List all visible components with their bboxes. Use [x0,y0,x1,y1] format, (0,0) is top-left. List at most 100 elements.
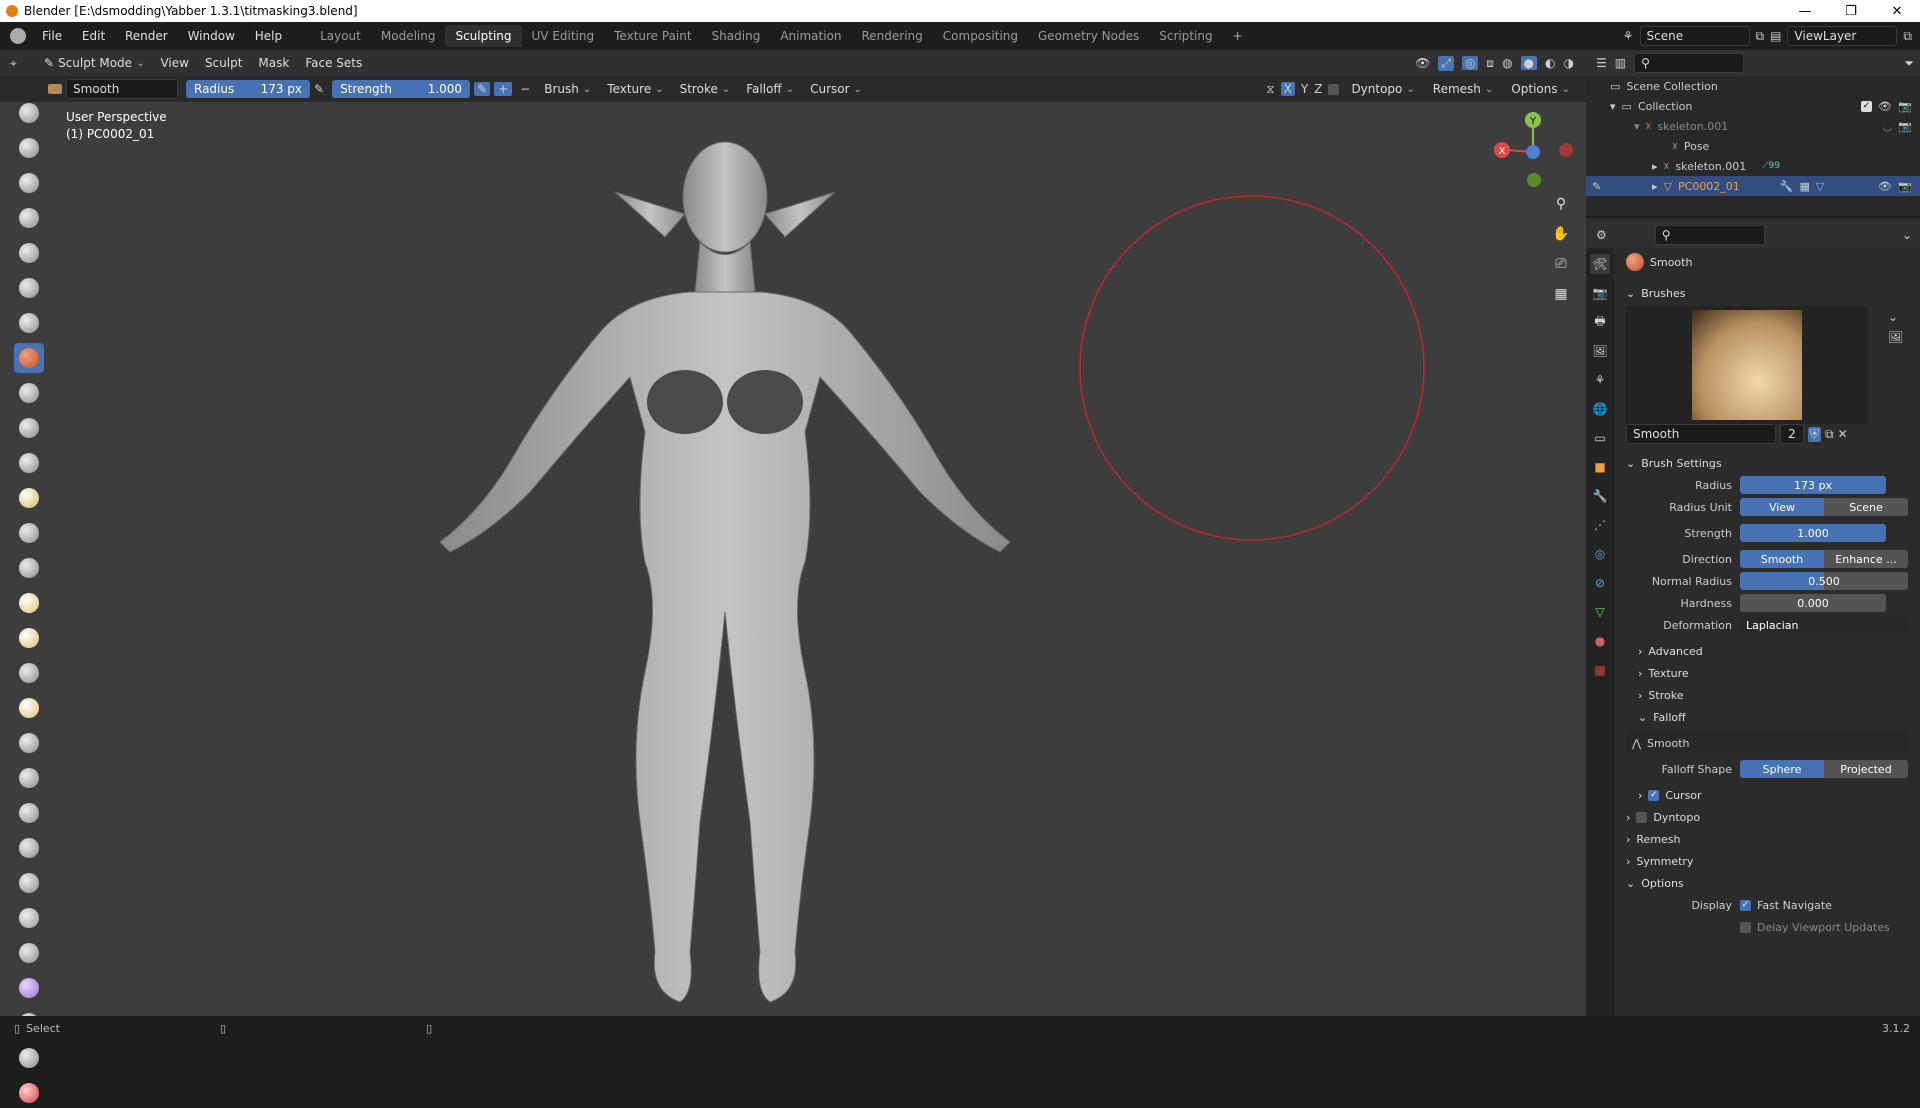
outliner-search-input[interactable]: ⚲ [1634,53,1745,73]
scene-icon[interactable]: ⚘ [1623,29,1634,43]
gizmo-toggle-icon[interactable]: ⤢ [1438,55,1454,71]
menu-help[interactable]: Help [255,29,282,43]
brush-name-field[interactable]: Smooth [66,79,178,99]
minimize-button[interactable]: — [1782,4,1828,19]
tool-simplify[interactable] [14,903,44,933]
tab-geometry-nodes[interactable]: Geometry Nodes [1028,25,1149,47]
fast-navigate-checkbox[interactable]: ✓ [1740,899,1751,911]
mode-dropdown[interactable]: ✎ Sculpt Mode [38,54,150,72]
tab-view-layer[interactable]: 🖼 [1590,341,1610,361]
overlay-toggle-icon[interactable]: ◎ [1461,56,1479,70]
menu-face-sets[interactable]: Face Sets [299,54,368,72]
tool-elastic-deform[interactable] [14,588,44,618]
mirror-icon[interactable]: ⧖ [1266,82,1274,97]
navigation-gizmo[interactable]: Y X [1488,110,1578,190]
mirror-y-button[interactable]: Y [1301,82,1308,96]
direction-enhance-button[interactable]: Enhance ... [1824,550,1908,568]
normal-radius-field[interactable]: 0.500 [1740,572,1908,590]
tool-draw-face-sets[interactable] [14,973,44,1003]
tab-object[interactable]: ■ [1590,457,1610,477]
tool-thumb[interactable] [14,658,44,688]
expand-arrow-icon[interactable]: ▸ [1652,180,1658,193]
properties-options-icon[interactable]: ⌄ [1902,228,1912,242]
cursor-dropdown[interactable]: Cursor [804,80,868,98]
dyntopo-dropdown[interactable]: Dyntopo [1345,80,1420,98]
outliner-item-scene-collection[interactable]: ▭ Scene Collection [1586,76,1920,96]
cursor-checkbox[interactable]: ✓ [1648,789,1660,801]
tool-scrape[interactable] [14,448,44,478]
tool-smooth[interactable] [14,343,44,373]
tool-boundary[interactable] [14,833,44,863]
advanced-subpanel[interactable]: › Advanced [1620,640,1916,662]
tool-clay-strips[interactable] [14,203,44,233]
dyntopo-panel-header[interactable]: › Dyntopo [1620,806,1916,828]
tab-shading[interactable]: Shading [702,25,771,47]
falloff-projected-button[interactable]: Projected [1824,760,1908,778]
cursor-subpanel[interactable]: › ✓ Cursor [1620,784,1916,806]
properties-editor-icon[interactable]: ⚙ [1596,228,1607,242]
outliner-editor-icon[interactable]: ☰ [1596,56,1607,70]
mirror-x-button[interactable]: X [1280,82,1295,96]
gizmo-neg-x-axis[interactable] [1559,143,1573,157]
material-shading-icon[interactable]: ◐ [1545,56,1555,70]
radius-unit-scene-button[interactable]: Scene [1824,498,1908,516]
add-direction-button[interactable]: + [494,82,513,96]
fake-user-icon[interactable]: ⛨ [1808,426,1822,442]
gizmo-neg-y-axis[interactable] [1527,173,1541,187]
falloff-sphere-button[interactable]: Sphere [1740,760,1824,778]
tool-clay-thumb[interactable] [14,238,44,268]
radius-unit-view-button[interactable]: View [1740,498,1824,516]
mirror-z-button[interactable]: Z [1314,82,1322,96]
tool-multiplane-scrape[interactable] [14,483,44,513]
tab-texture[interactable]: ▩ [1590,660,1610,680]
outliner-display-mode-icon[interactable]: ▥ [1615,56,1626,70]
tab-sculpting[interactable]: Sculpting [445,25,522,47]
collection-render-icon[interactable]: 📷 [1898,100,1912,113]
tab-compositing[interactable]: Compositing [933,25,1028,47]
brush-settings-panel-header[interactable]: ⌄ Brush Settings [1620,452,1916,474]
close-button[interactable]: ✕ [1874,4,1920,19]
strength-field[interactable]: 1.000 [1740,524,1886,542]
menu-view[interactable]: View [154,54,194,72]
tool-pose[interactable] [14,693,44,723]
menu-sculpt[interactable]: Sculpt [199,54,248,72]
texture-subpanel[interactable]: › Texture [1620,662,1916,684]
maximize-button[interactable]: ❐ [1828,4,1874,19]
tool-pinch[interactable] [14,518,44,548]
brush-list-dropdown-icon[interactable]: ⌄ [1888,310,1898,324]
menu-file[interactable]: File [42,29,62,43]
dyntopo-panel-checkbox[interactable] [1636,811,1648,823]
strength-slider[interactable]: Strength 1.000 [332,80,471,98]
stroke-subpanel[interactable]: › Stroke [1620,684,1916,706]
texture-dropdown[interactable]: Texture [601,80,669,98]
outliner-item-collection[interactable]: ▾ ▭ Collection ✓ 👁 📷 [1586,96,1920,116]
filter-icon[interactable]: ⏷ [1904,56,1914,71]
tool-snake-hook[interactable] [14,623,44,653]
3d-viewport[interactable]: ⌖ ✎Sculpt Mode View Sculpt Mask Face Set… [0,50,1586,1103]
options-panel-header[interactable]: ⌄ Options [1620,872,1916,894]
camera-icon[interactable]: ⎚ [1550,256,1572,278]
unlink-brush-icon[interactable]: ✕ [1838,427,1848,441]
skeleton-render-icon[interactable]: 📷 [1898,120,1912,133]
brush-thumbnail[interactable] [1692,310,1802,420]
expand-arrow-icon[interactable]: ▾ [1610,100,1616,113]
falloff-subpanel[interactable]: ⌄ Falloff [1620,706,1916,728]
radius-pressure-icon[interactable]: ✎ [314,82,324,96]
tab-collection[interactable]: ▭ [1590,428,1610,448]
tab-texture-paint[interactable]: Texture Paint [604,25,701,47]
radius-slider[interactable]: Radius 173 px [186,80,310,98]
tool-slide-relax[interactable] [14,798,44,828]
tool-nudge[interactable] [14,728,44,758]
tool-rotate[interactable] [14,763,44,793]
delay-updates-checkbox[interactable] [1740,921,1751,933]
tab-output[interactable]: 🖶 [1590,312,1610,332]
tool-draw-sharp[interactable] [14,133,44,163]
expand-arrow-icon[interactable]: ▸ [1652,160,1658,173]
tool-paint[interactable] [14,1078,44,1108]
solid-shading-icon[interactable]: ● [1520,56,1538,70]
outliner-item-skeleton[interactable]: ▾ ☓ skeleton.001 ◡ 📷 [1586,116,1920,136]
tab-scripting[interactable]: Scripting [1149,25,1222,47]
tab-modeling[interactable]: Modeling [371,25,446,47]
tab-tool[interactable]: 🛠 [1590,254,1610,274]
brush-dropdown[interactable]: Brush [538,80,597,98]
